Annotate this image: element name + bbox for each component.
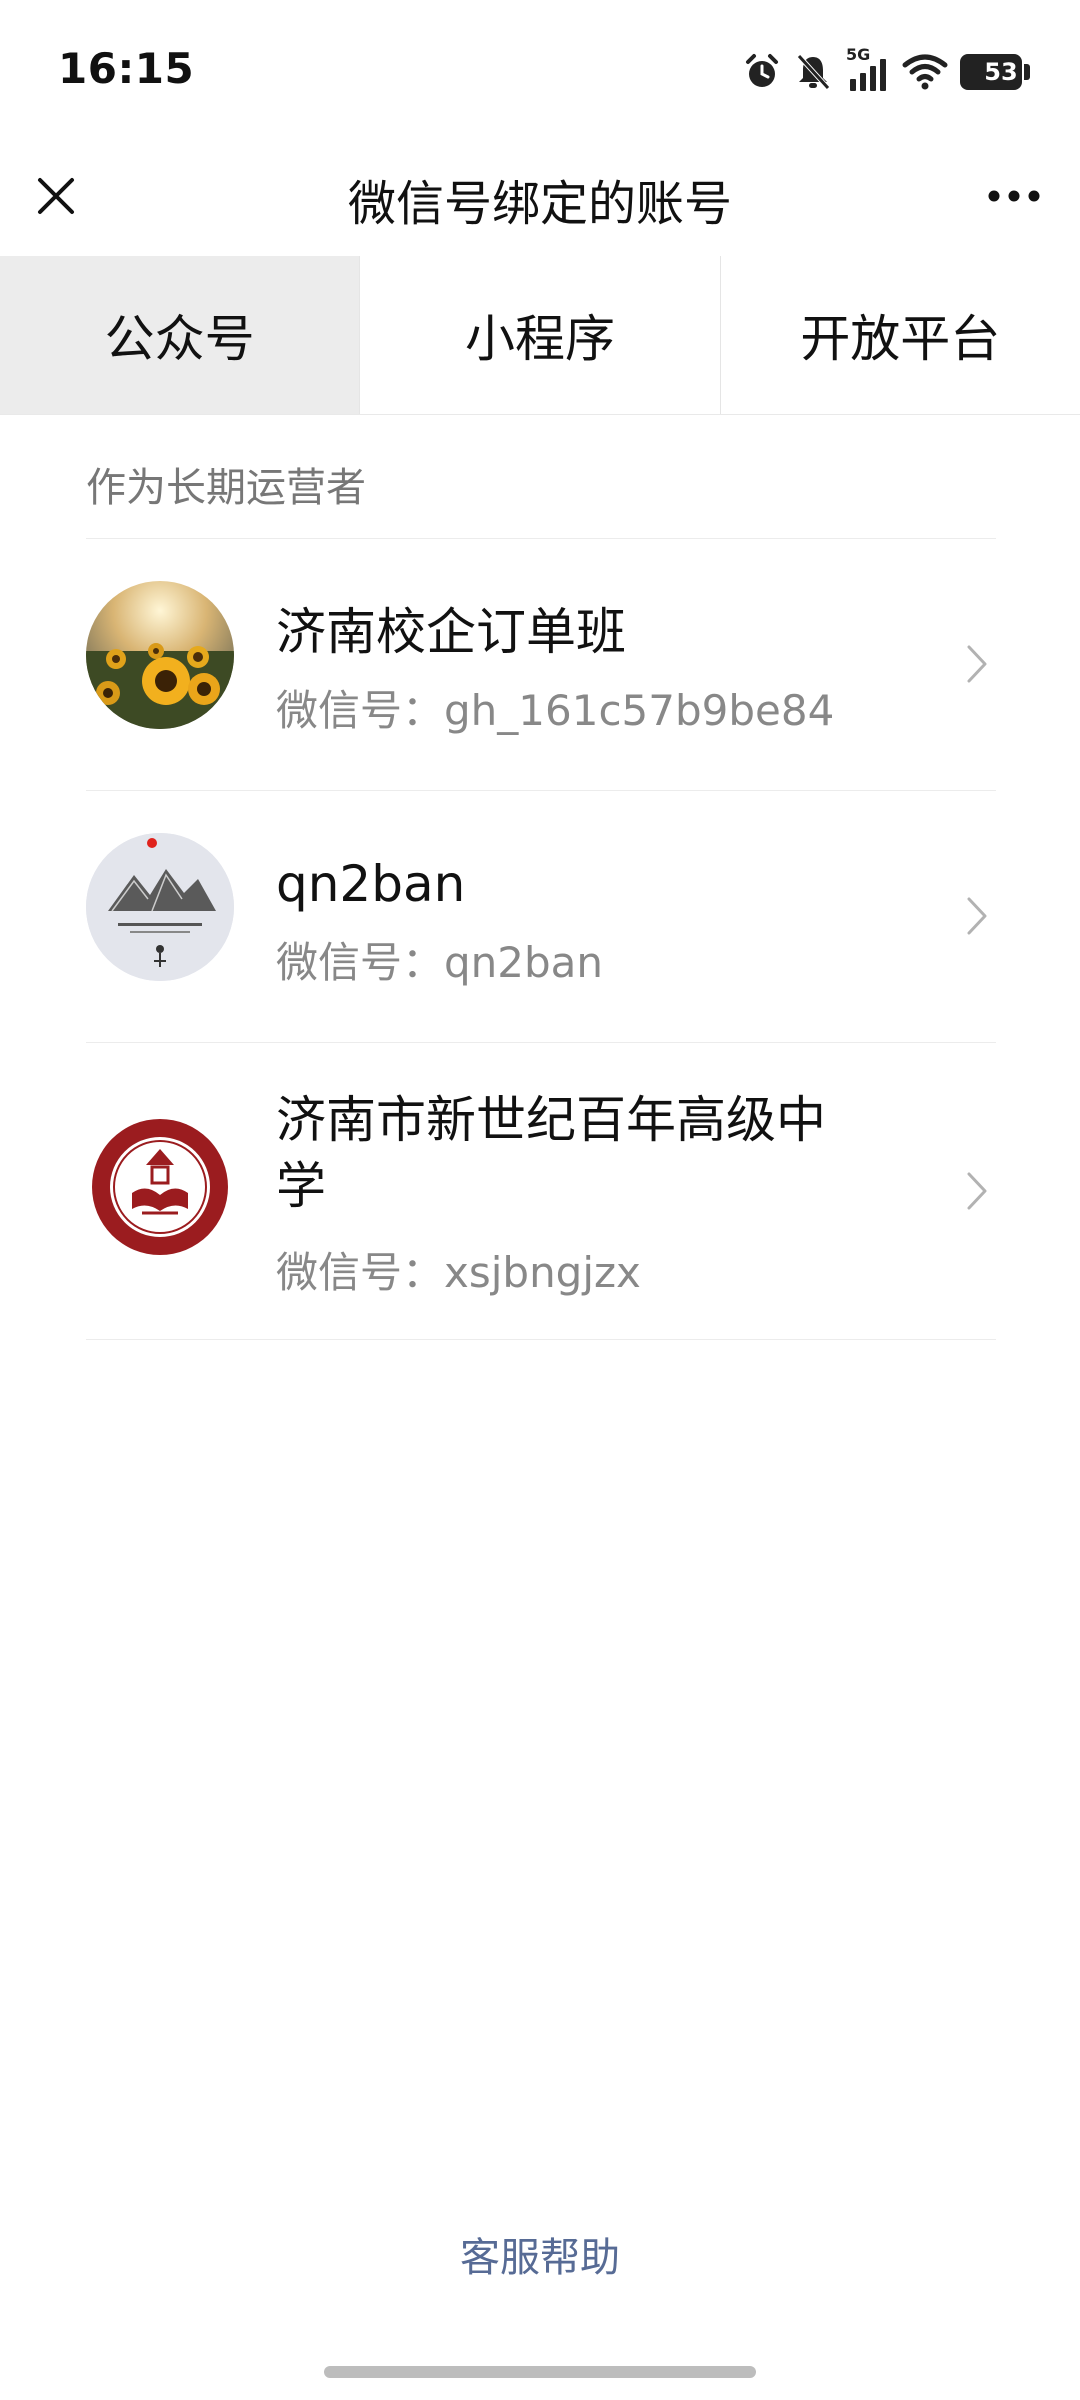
- mute-bell-icon: [794, 52, 832, 92]
- tab-open-platform[interactable]: 开放平台: [720, 256, 1080, 414]
- page-title: 微信号绑定的账号: [347, 176, 732, 232]
- account-type-tabs: 公众号 小程序 开放平台: [0, 256, 1080, 415]
- signal-icon: 5G: [844, 45, 890, 93]
- status-icons: 5G 53: [742, 44, 1030, 100]
- status-bar: 16:15 5G 53: [0, 0, 1080, 140]
- customer-service-help-link[interactable]: 客服帮助: [0, 2225, 1080, 2283]
- account-list: 济南校企订单班 微信号：gh_161c57b9be84 qn2ban 微信号：q…: [86, 538, 996, 1340]
- account-name: 济南市新世纪百年高级中 学: [276, 1091, 826, 1215]
- home-indicator[interactable]: [324, 2366, 756, 2378]
- tab-official-accounts[interactable]: 公众号: [0, 256, 361, 414]
- account-wechat-id: 微信号：qn2ban: [276, 938, 604, 987]
- chevron-right-icon: [962, 1166, 992, 1216]
- list-item-account-3[interactable]: 济南市新世纪百年高级中 学 微信号：xsjbngjzx: [86, 1043, 996, 1339]
- battery-level: 53: [984, 58, 1018, 86]
- avatar-sunflower: [86, 581, 234, 729]
- list-item-account-1[interactable]: 济南校企订单班 微信号：gh_161c57b9be84: [86, 539, 996, 790]
- account-name: 济南校企订单班: [276, 603, 626, 661]
- avatar-mountain-logo: [86, 833, 234, 981]
- alarm-icon: [742, 52, 782, 92]
- avatar-school-emblem: [86, 1113, 234, 1261]
- divider: [86, 1339, 996, 1340]
- more-icon[interactable]: [978, 168, 1050, 224]
- status-time: 16:15: [58, 44, 195, 93]
- account-wechat-id: 微信号：xsjbngjzx: [276, 1248, 641, 1297]
- chevron-right-icon: [962, 891, 992, 941]
- list-item-account-2[interactable]: qn2ban 微信号：qn2ban: [86, 791, 996, 1042]
- account-wechat-id: 微信号：gh_161c57b9be84: [276, 686, 835, 735]
- account-name: qn2ban: [276, 855, 466, 913]
- chevron-right-icon: [962, 639, 992, 689]
- wifi-icon: [902, 53, 948, 91]
- section-label: 作为长期运营者: [86, 465, 366, 511]
- nav-bar: 微信号绑定的账号: [0, 140, 1080, 256]
- network-type-label: 5G: [846, 45, 871, 64]
- tab-mini-programs[interactable]: 小程序: [360, 256, 721, 414]
- battery-icon: 53: [960, 54, 1030, 90]
- page: 16:15 5G 53 微信号绑定的账号 公众号 小程序 开放平台 作为长期运营…: [0, 0, 1080, 2400]
